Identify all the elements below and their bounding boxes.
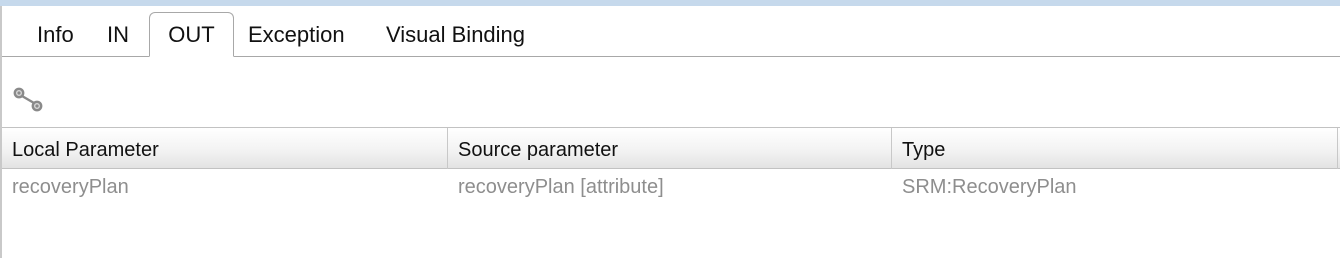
parameter-table: Local Parameter Source parameter Type re… xyxy=(2,127,1340,258)
cell-local-parameter: recoveryPlan xyxy=(12,176,129,198)
table-row[interactable]: recoveryPlan recoveryPlan [attribute] SR… xyxy=(2,169,1340,205)
column-header-local-parameter[interactable]: Local Parameter xyxy=(2,128,448,169)
table-header: Local Parameter Source parameter Type xyxy=(2,127,1340,169)
link-binding-icon[interactable] xyxy=(12,86,46,114)
tab-out[interactable]: OUT xyxy=(149,12,234,57)
column-header-type[interactable]: Type xyxy=(892,128,1338,169)
tab-visual-binding[interactable]: Visual Binding xyxy=(386,16,525,56)
tab-info[interactable]: Info xyxy=(37,16,74,56)
tab-exception[interactable]: Exception xyxy=(248,16,345,56)
cell-source-parameter: recoveryPlan [attribute] xyxy=(458,176,664,198)
out-parameters-panel: Info IN OUT Exception Visual Binding Loc… xyxy=(0,0,1340,258)
cell-type: SRM:RecoveryPlan xyxy=(902,176,1077,198)
column-header-source-parameter[interactable]: Source parameter xyxy=(448,128,892,169)
tab-in[interactable]: IN xyxy=(107,16,129,56)
